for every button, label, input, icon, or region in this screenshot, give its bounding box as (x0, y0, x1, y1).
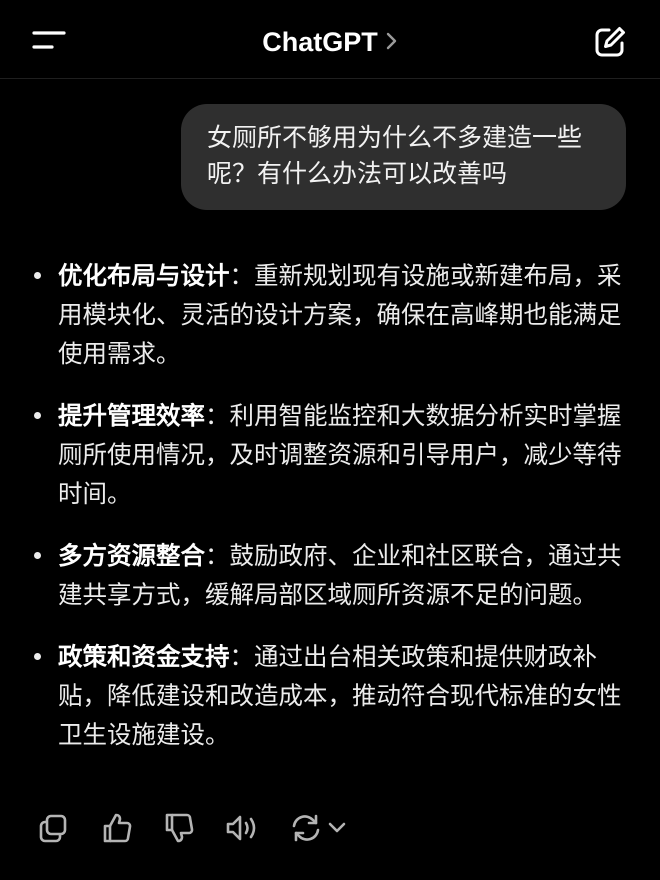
list-item-term: 多方资源整合 (58, 541, 205, 570)
list-item-term: 提升管理效率 (58, 401, 205, 430)
list-item: 提升管理效率：利用智能监控和大数据分析实时掌握厕所使用情况，及时调整资源和引导用… (32, 396, 627, 513)
bullet-icon (34, 272, 41, 279)
new-chat-button[interactable] (592, 24, 628, 60)
list-item: 多方资源整合：鼓励政府、企业和社区联合，通过共建共享方式，缓解局部区域厕所资源不… (32, 536, 627, 614)
bullet-icon (34, 552, 41, 559)
regenerate-button[interactable] (286, 808, 356, 848)
read-aloud-icon[interactable] (222, 808, 262, 848)
thumbs-down-icon[interactable] (159, 808, 199, 848)
model-selector[interactable]: ChatGPT (0, 22, 660, 64)
assistant-message: 优化布局与设计：重新规划现有设施或新建布局，采用模块化、灵活的设计方案，确保在高… (32, 256, 627, 777)
bullet-icon (34, 412, 41, 419)
list-item-term: 优化布局与设计 (58, 261, 230, 290)
top-bar: ChatGPT (0, 0, 660, 79)
list-item-term: 政策和资金支持 (58, 642, 230, 671)
regenerate-icon (292, 814, 320, 842)
edit-icon (595, 27, 625, 57)
list-item-separator: ： (229, 261, 255, 290)
page-title: ChatGPT (262, 27, 378, 57)
bullet-icon (34, 653, 41, 660)
chevron-right-icon (386, 21, 398, 61)
copy-icon[interactable] (34, 808, 74, 848)
thumbs-up-icon[interactable] (97, 808, 137, 848)
user-message-bubble: 女厕所不够用为什么不多建造一些呢？有什么办法可以改善吗 (181, 104, 626, 210)
list-item-separator: ： (205, 541, 230, 570)
chevron-down-icon (328, 822, 346, 833)
user-message-text: 女厕所不够用为什么不多建造一些呢？有什么办法可以改善吗 (207, 123, 583, 188)
list-item-separator: ： (205, 401, 230, 430)
list-item: 优化布局与设计：重新规划现有设施或新建布局，采用模块化、灵活的设计方案，确保在高… (32, 256, 627, 373)
list-item: 政策和资金支持：通过出台相关政策和提供财政补贴，降低建设和改造成本，推动符合现代… (32, 637, 627, 754)
list-item-separator: ： (229, 642, 255, 671)
